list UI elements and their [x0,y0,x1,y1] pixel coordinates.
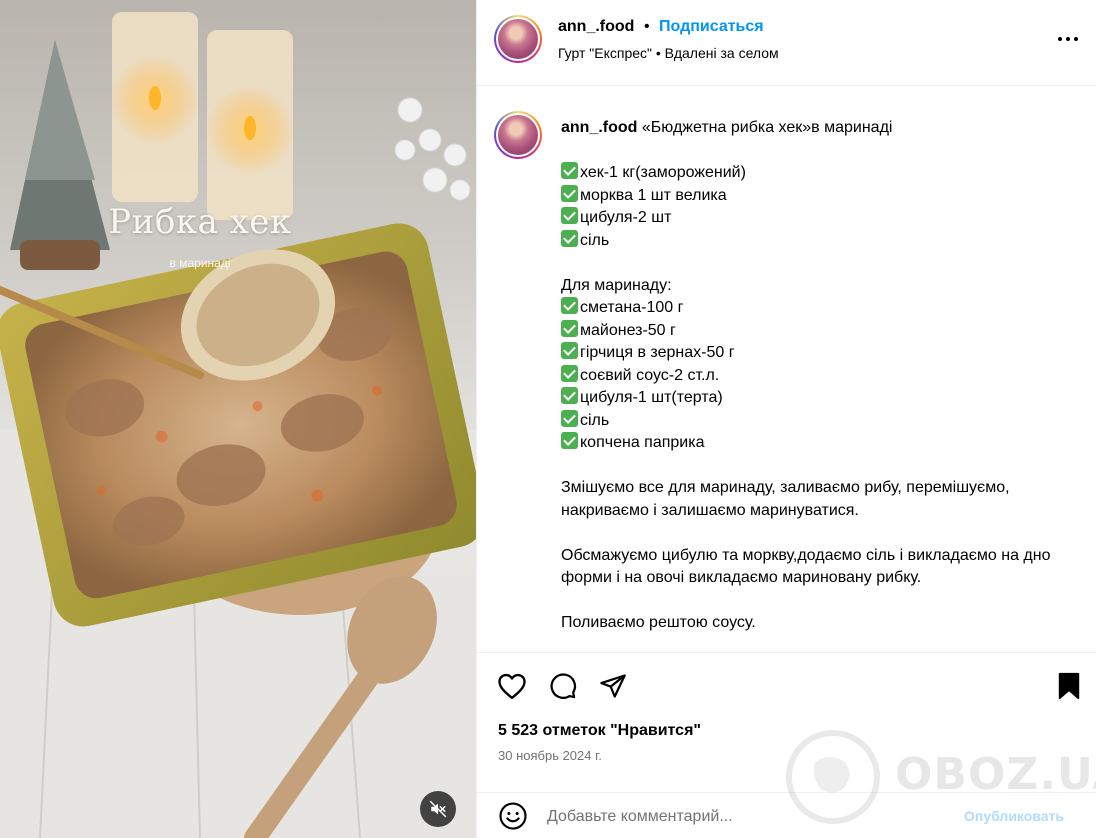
ingredient-item: хек-1 кг(заморожений) [561,162,1071,185]
ingredient-item: сіль [561,229,1071,253]
check-icon [561,297,578,314]
post-caption: ann_.food «Бюджетна рибка хек»в маринаді… [561,117,1071,635]
comment-icon[interactable] [547,670,579,702]
mute-button[interactable] [420,791,456,827]
recipe-step: Обсмажуємо цибулю та моркву,додаємо сіль… [561,546,1051,587]
check-icon [561,432,578,449]
check-icon [561,229,578,247]
marinade-item: сіль [561,409,1071,433]
recipe-step: Поливаємо рештою соусу. [561,614,756,631]
follow-button[interactable]: Подписаться [659,18,764,36]
emoji-icon[interactable] [498,801,528,831]
audio-attribution[interactable]: Гурт "Експрес" • Вдалені за селом [558,45,779,61]
check-icon [561,207,578,224]
marinade-item: соєвий соус-2 ст.л. [561,364,1071,388]
post-media[interactable]: Рибка хек в маринаді [0,0,476,838]
caption-title: «Бюджетна рибка хек»в маринаді [641,119,893,136]
post-panel: ann_.food • Подписаться Гурт "Експрес" •… [476,0,1096,838]
check-icon [561,387,578,404]
author-username[interactable]: ann_.food [558,18,634,36]
comment-bar: Опубликовать [477,792,1096,838]
media-title: Рибка хек [108,202,292,242]
separator-dot: • [644,18,650,35]
marinade-item: цибуля-1 шт(терта) [561,387,1071,410]
avatar [498,115,538,155]
speaker-muted-icon [429,800,447,818]
author-avatar[interactable] [494,15,542,63]
publish-button[interactable]: Опубликовать [964,808,1064,824]
marinade-heading: Для маринаду: [561,276,672,294]
caption-avatar[interactable] [494,111,542,159]
post-actions: 5 523 отметок "Нравится" 30 ноябрь 2024 … [477,652,1096,792]
comment-input[interactable] [547,805,947,829]
ingredient-item: цибуля-2 шт [561,207,1071,230]
marinade-item: сметана-100 г [561,297,1071,320]
heart-icon[interactable] [496,670,528,702]
food-photo [0,12,476,838]
post-header: ann_.food • Подписаться Гурт "Експрес" •… [477,0,1096,86]
marinade-item: майонез-50 г [561,319,1071,343]
media-subtitle: в маринаді [169,256,231,270]
check-icon [561,162,578,179]
caption-area: ann_.food «Бюджетна рибка хек»в маринаді… [477,87,1096,652]
marinade-item: копчена паприка [561,432,1071,455]
check-icon [561,319,578,337]
more-options-icon[interactable] [1055,26,1081,52]
caption-username[interactable]: ann_.food [561,119,637,136]
check-icon [561,184,578,202]
bookmark-icon[interactable] [1053,670,1085,702]
check-icon [561,342,578,359]
recipe-step: Змішуємо все для маринаду, заливаємо риб… [561,479,1010,519]
check-icon [561,364,578,382]
paper-plane-icon[interactable] [597,670,629,702]
likes-count[interactable]: 5 523 отметок "Нравится" [498,722,701,740]
marinade-item: гірчиця в зернах-50 г [561,342,1071,365]
check-icon [561,409,578,427]
avatar [498,19,538,59]
ingredient-item: морква 1 шт велика [561,184,1071,208]
post-date[interactable]: 30 ноябрь 2024 г. [498,748,602,763]
